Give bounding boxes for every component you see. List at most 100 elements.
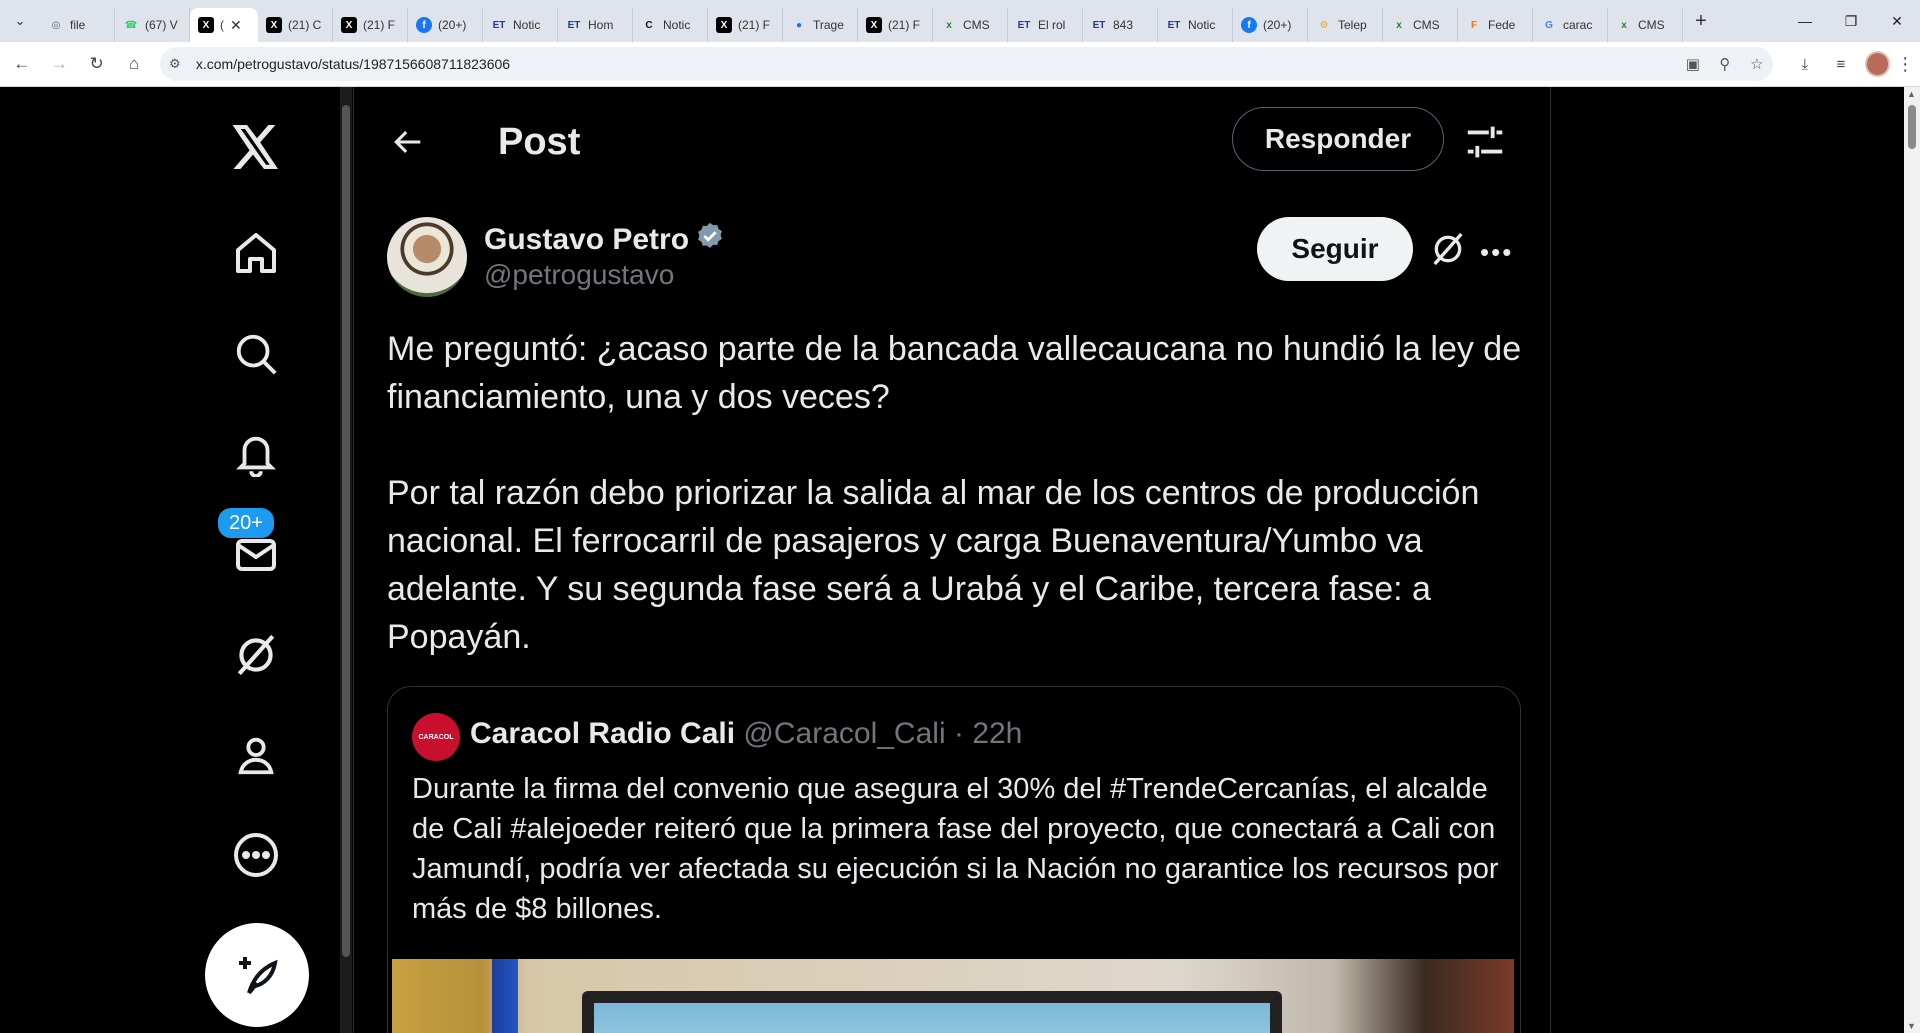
flag-shape [492,959,518,1033]
quote-separator: · [953,717,964,750]
window-controls: — ❐ ✕ [1782,0,1920,42]
author-name[interactable]: Gustavo Petro [484,223,689,257]
reply-button[interactable]: Responder [1232,107,1444,171]
new-tab-button[interactable]: + [1683,10,1719,33]
browser-tab[interactable]: ☎ (67) V [115,8,190,42]
back-nav-icon[interactable]: ← [6,48,37,80]
back-arrow-icon[interactable] [384,117,434,167]
filter-sliders-icon[interactable] [1462,119,1508,165]
google-icon: G [1545,19,1553,31]
browser-tab[interactable]: ET Hom [558,8,633,42]
scroll-up-icon[interactable]: ▲ [1907,89,1916,99]
close-tab-icon[interactable]: ✕ [230,17,242,34]
tab-title: 843 [1113,18,1134,32]
cms-icon: x [946,19,952,31]
browser-tab[interactable]: ⚙ Telep [1308,8,1383,42]
site-info-icon[interactable]: ⚙ [160,56,190,72]
x-logo-icon: X [866,17,882,33]
minimize-icon[interactable]: — [1782,0,1828,42]
browser-tab[interactable]: ● Trage [783,8,858,42]
et-icon: ET [492,19,506,31]
post-more-icon[interactable]: ••• [1480,237,1513,268]
browser-tab[interactable]: x CMS [933,8,1008,42]
facebook-icon: f [1241,17,1257,33]
browser-tab[interactable]: C Notic [633,8,708,42]
tab-title: (67) V [145,18,178,32]
post-text: Me preguntó: ¿acaso parte de la bancada … [387,330,1522,656]
browser-tab[interactable]: X (21) F [858,8,933,42]
circle-icon: ● [795,19,803,31]
browser-tab[interactable]: X (21) F [708,8,783,42]
zoom-icon[interactable]: ⚲ [1709,55,1741,73]
browser-tab[interactable]: ET 843 [1083,8,1158,42]
download-icon[interactable]: ⤓ [1787,56,1823,73]
browser-tab[interactable]: ET El rol [1008,8,1083,42]
compose-post-button[interactable] [205,923,309,1027]
quote-timestamp[interactable]: 22h [972,717,1022,750]
more-options-icon[interactable] [216,815,296,895]
url-text[interactable]: x.com/petrogustavo/status/19871566087118… [196,56,510,72]
browser-tab[interactable]: X (✕ [190,8,258,42]
browser-tab[interactable]: f (20+) [1233,8,1308,42]
tab-title: CMS [1638,18,1665,32]
quote-author-name[interactable]: Caracol Radio Cali [470,717,735,750]
quote-meta: Caracol Radio Cali @Caracol_Cali · 22h [470,717,1022,751]
forward-nav-icon[interactable]: → [43,48,74,80]
sidebar-scrollbar[interactable] [340,87,352,1033]
author-avatar[interactable] [387,217,467,297]
quote-author-handle[interactable]: @Caracol_Cali [743,717,945,750]
quote-avatar[interactable]: CARACOL [412,713,460,761]
close-window-icon[interactable]: ✕ [1874,0,1920,42]
page-scrollbar[interactable]: ▲ ▼ [1904,87,1920,1033]
tab-title: (21) C [288,18,322,32]
search-nav-icon[interactable] [216,314,296,394]
post-header: Post Responder [354,87,1550,193]
bookmark-star-icon[interactable]: ☆ [1741,55,1773,73]
browser-tab[interactable]: f (20+) [408,8,483,42]
author-handle[interactable]: @petrogustavo [484,259,674,291]
tab-title: Telep [1338,18,1367,32]
tab-title: CMS [963,18,990,32]
browser-tab[interactable]: X (21) F [333,8,408,42]
et-icon: ET [1092,19,1106,31]
reading-list-icon[interactable]: ≡ [1823,56,1859,73]
reload-icon[interactable]: ↻ [81,48,112,80]
et-icon: ET [1017,19,1031,31]
tab-title: Fede [1488,18,1516,32]
whatsapp-icon: ☎ [124,19,138,31]
browser-tab[interactable]: ◎ file [40,8,115,42]
tv-screen-shape [582,991,1282,1033]
browser-tab[interactable]: x CMS [1383,8,1458,42]
address-bar[interactable]: ⚙ x.com/petrogustavo/status/198715660871… [159,47,1773,81]
browser-tab[interactable]: x CMS [1608,8,1683,42]
messages-mail-icon[interactable] [216,515,296,595]
browser-tab[interactable]: ET Notic [1158,8,1233,42]
browser-tab[interactable]: ET Notic [483,8,558,42]
quote-media-image[interactable] [392,959,1514,1033]
tab-title: CMS [1413,18,1440,32]
browser-menu-icon[interactable]: ⋮ [1890,54,1920,75]
tab-search-chevron-icon[interactable]: ⌄ [0,0,40,42]
grok-icon[interactable] [216,615,296,695]
browser-tab[interactable]: Gcarac [1533,8,1608,42]
quoted-post[interactable]: CARACOL Caracol Radio Cali @Caracol_Cali… [387,686,1521,1033]
follow-button[interactable]: Seguir [1257,217,1413,281]
scroll-thumb[interactable] [1908,105,1916,149]
tab-title: Notic [663,18,691,32]
home-icon[interactable]: ⌂ [118,48,149,80]
grok-explain-icon[interactable] [1428,229,1468,274]
browser-tab[interactable]: F Fede [1458,8,1533,42]
facebook-icon: f [416,17,432,33]
profile-avatar[interactable] [1864,51,1891,77]
profile-nav-icon[interactable] [216,715,296,795]
browser-tab[interactable]: X (21) C [258,8,333,42]
author-name-row[interactable]: Gustavo Petro [484,221,725,259]
x-logo-icon[interactable] [216,107,296,187]
x-logo-icon: X [198,17,214,33]
tab-title: (21) F [888,18,921,32]
home-nav-icon[interactable] [216,213,296,293]
scroll-down-icon[interactable]: ▼ [1907,1021,1916,1031]
notifications-bell-icon[interactable] [216,414,296,494]
install-app-icon[interactable]: ▣ [1677,55,1709,73]
restore-icon[interactable]: ❐ [1828,0,1874,42]
